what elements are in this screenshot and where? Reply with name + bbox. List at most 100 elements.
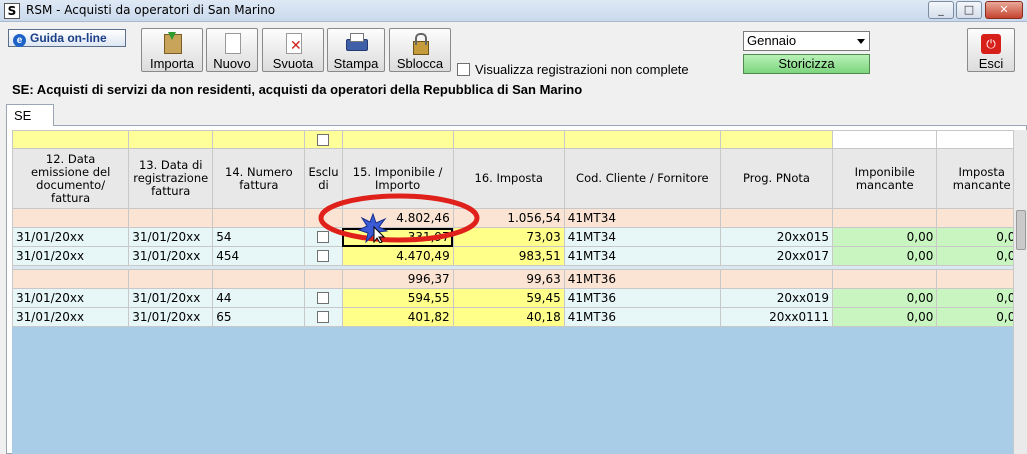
group-cell xyxy=(128,208,214,228)
numero-fattura-cell[interactable]: 65 xyxy=(212,307,306,327)
restore-button[interactable]: □ xyxy=(956,1,982,19)
table-row[interactable]: 31/01/20xx 31/01/20xx 44 594,55 59,45 41… xyxy=(12,288,1027,308)
close-button[interactable]: ✕ xyxy=(985,1,1023,19)
storicizza-button[interactable]: Storicizza xyxy=(743,54,870,74)
data-registrazione-cell[interactable]: 31/01/20xx xyxy=(128,246,214,266)
codice-cell[interactable]: 41MT36 xyxy=(563,288,721,308)
column-header-imposta[interactable]: 16. Imposta xyxy=(452,148,565,209)
escludi-checkbox[interactable] xyxy=(317,292,330,304)
data-emissione-cell[interactable]: 31/01/20xx xyxy=(12,288,130,308)
new-document-icon xyxy=(221,32,243,54)
codice-cell[interactable]: 41MT34 xyxy=(563,246,721,266)
escludi-checkbox[interactable] xyxy=(317,311,330,323)
filter-row xyxy=(12,130,1027,149)
esci-button[interactable]: ⏻ Esci xyxy=(967,28,1015,72)
imponibile-mancante-cell: 0,00 xyxy=(832,288,938,308)
imponibile-cell[interactable]: 401,82 xyxy=(341,307,454,327)
escludi-checkbox[interactable] xyxy=(317,250,330,262)
escludi-cell xyxy=(304,227,343,247)
filter-cell[interactable] xyxy=(128,130,214,149)
data-registrazione-cell[interactable]: 31/01/20xx xyxy=(128,307,214,327)
group-cell xyxy=(719,269,834,289)
minimize-button[interactable]: _ xyxy=(928,1,954,19)
group-cell xyxy=(832,208,938,228)
data-registrazione-cell[interactable]: 31/01/20xx xyxy=(128,288,214,308)
filter-cell xyxy=(304,130,343,149)
window-title: RSM - Acquisti da operatori di San Marin… xyxy=(26,3,276,17)
imponibile-cell[interactable]: 331,97 xyxy=(341,227,454,247)
import-icon xyxy=(161,32,183,54)
data-emissione-cell[interactable]: 31/01/20xx xyxy=(12,246,130,266)
table-row[interactable]: 31/01/20xx 31/01/20xx 65 401,82 40,18 41… xyxy=(12,307,1027,327)
column-header-imponibile-mancante[interactable]: Imponibile mancante xyxy=(832,148,938,209)
column-header-data-registrazione[interactable]: 13. Data di registrazione fattura xyxy=(128,148,214,209)
printer-icon xyxy=(345,32,368,54)
filter-cell[interactable] xyxy=(452,130,565,149)
group-cell xyxy=(212,208,306,228)
imponibile-cell[interactable]: 594,55 xyxy=(341,288,454,308)
column-header-prog-pnota[interactable]: Prog. PNota xyxy=(719,148,834,209)
incomplete-records-checkbox[interactable] xyxy=(457,63,470,76)
group-imposta: 1.056,54 xyxy=(452,208,565,228)
imponibile-mancante-cell: 0,00 xyxy=(832,246,938,266)
imposta-cell[interactable]: 73,03 xyxy=(452,227,565,247)
numero-fattura-cell[interactable]: 54 xyxy=(212,227,306,247)
filter-escludi-checkbox[interactable] xyxy=(317,133,330,146)
column-header-numero-fattura[interactable]: 14. Numero fattura xyxy=(212,148,306,209)
group-cell xyxy=(719,208,834,228)
app-icon: S xyxy=(4,3,20,19)
filter-cell[interactable] xyxy=(12,130,130,149)
tab-se[interactable]: SE xyxy=(6,104,54,126)
group-total-row[interactable]: 996,37 99,63 41MT36 xyxy=(12,269,1027,289)
column-header-escludi[interactable]: Esclu di xyxy=(304,148,343,209)
imposta-cell[interactable]: 40,18 xyxy=(452,307,565,327)
filter-cell[interactable] xyxy=(719,130,834,149)
data-emissione-cell[interactable]: 31/01/20xx xyxy=(12,307,130,327)
sblocca-button[interactable]: Sblocca xyxy=(389,28,451,72)
table-row[interactable]: 31/01/20xx 31/01/20xx 454 4.470,49 983,5… xyxy=(12,246,1027,266)
imposta-cell[interactable]: 59,45 xyxy=(452,288,565,308)
title-bar: S RSM - Acquisti da operatori di San Mar… xyxy=(0,0,1027,22)
prog-pnota-cell[interactable]: 20xx019 xyxy=(719,288,834,308)
svuota-button[interactable]: Svuota xyxy=(262,28,324,72)
scrollbar-thumb[interactable] xyxy=(1016,210,1026,250)
data-emissione-cell[interactable]: 31/01/20xx xyxy=(12,227,130,247)
imponibile-mancante-cell: 0,00 xyxy=(832,307,938,327)
imponibile-cell[interactable]: 4.470,49 xyxy=(341,246,454,266)
prog-pnota-cell[interactable]: 20xx015 xyxy=(719,227,834,247)
internet-explorer-icon: e xyxy=(13,34,26,47)
codice-cell[interactable]: 41MT34 xyxy=(563,227,721,247)
importa-label: Importa xyxy=(149,56,195,71)
padlock-icon xyxy=(409,32,431,55)
clear-document-icon xyxy=(282,32,304,54)
column-header-codice[interactable]: Cod. Cliente / Fornitore xyxy=(563,148,721,209)
filter-cell[interactable] xyxy=(341,130,454,149)
prog-pnota-cell[interactable]: 20xx017 xyxy=(719,246,834,266)
month-select[interactable]: Gennaio xyxy=(743,31,870,51)
numero-fattura-cell[interactable]: 44 xyxy=(212,288,306,308)
escludi-checkbox[interactable] xyxy=(317,231,330,243)
filter-cell[interactable] xyxy=(563,130,721,149)
column-header-imponibile[interactable]: 15. Imponibile / Importo xyxy=(341,148,454,209)
group-cell xyxy=(304,269,343,289)
vertical-scrollbar[interactable] xyxy=(1013,130,1027,454)
column-header-data-emissione[interactable]: 12. Data emissione del documento/ fattur… xyxy=(12,148,130,209)
filter-cell[interactable] xyxy=(212,130,306,149)
data-registrazione-cell[interactable]: 31/01/20xx xyxy=(128,227,214,247)
guida-online-button[interactable]: e Guida on-line xyxy=(8,29,126,47)
importa-button[interactable]: Importa xyxy=(141,28,203,72)
prog-pnota-cell[interactable]: 20xx0111 xyxy=(719,307,834,327)
codice-cell[interactable]: 41MT36 xyxy=(563,307,721,327)
filter-cell[interactable] xyxy=(832,130,938,149)
group-codice: 41MT36 xyxy=(563,269,721,289)
stampa-button[interactable]: Stampa xyxy=(327,28,385,72)
table-row[interactable]: 31/01/20xx 31/01/20xx 54 331,97 73,03 41… xyxy=(12,227,1027,247)
imposta-cell[interactable]: 983,51 xyxy=(452,246,565,266)
nuovo-button[interactable]: Nuovo xyxy=(206,28,258,72)
records-table: 12. Data emissione del documento/ fattur… xyxy=(12,130,1027,327)
nuovo-label: Nuovo xyxy=(213,56,251,71)
group-imponibile: 4.802,46 xyxy=(341,208,454,228)
group-total-row[interactable]: 4.802,46 1.056,54 41MT34 xyxy=(12,208,1027,228)
numero-fattura-cell[interactable]: 454 xyxy=(212,246,306,266)
escludi-cell xyxy=(304,288,343,308)
